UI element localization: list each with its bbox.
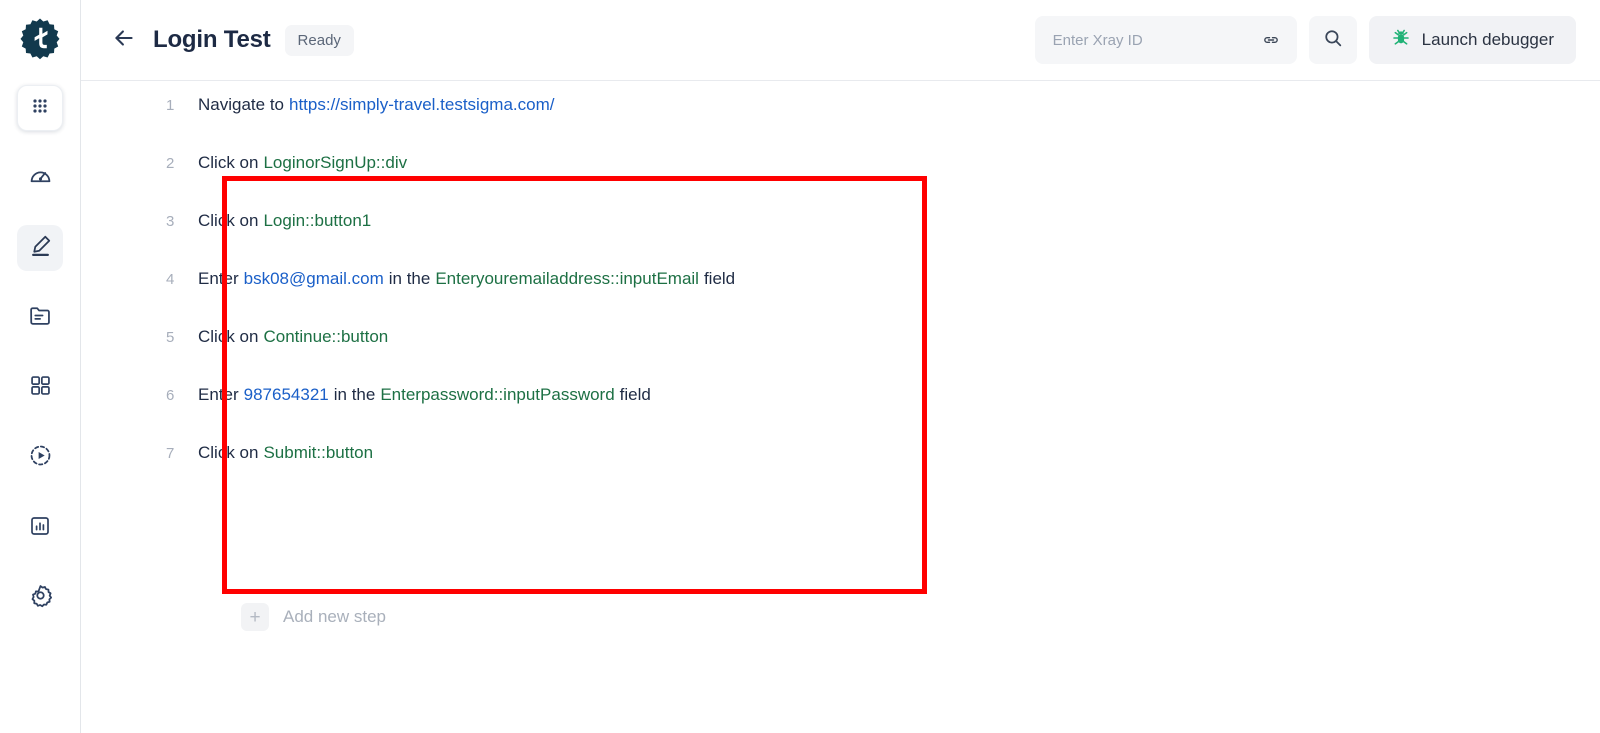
test-step-row[interactable]: 4 Enter bsk08@gmail.com in the Enteryouremai… [141,269,847,327]
test-step-row[interactable]: 7 Click on Submit::button [141,443,847,501]
step-token-kw: Click on [198,153,259,172]
play-dashed-circle-icon [28,443,53,473]
step-token-el[interactable]: Enterpassword::inputPassword [380,385,614,404]
step-number: 3 [166,213,175,230]
four-squares-icon [29,374,52,402]
step-text: Click on Continue::button [198,327,393,347]
step-number: 4 [166,271,175,288]
step-token-kw: Click on [198,211,259,230]
xray-id-input[interactable] [1050,30,1261,50]
sidebar-item-test-suites[interactable] [17,365,63,411]
top-header: Login Test Ready Enter Xray ID Launch de… [81,0,1600,81]
sidebar-items [17,85,63,621]
add-new-step-label: Add new step [283,607,387,626]
step-token-val[interactable]: 987654321 [244,385,329,404]
sidebar-item-reports[interactable] [17,505,63,551]
app-root: Login Test Ready Enter Xray ID Launch de… [0,0,1600,733]
step-number: 1 [166,97,175,114]
pencil-icon [28,233,53,263]
step-token-kw: in the [333,385,376,404]
step-token-el[interactable]: Enteryouremailaddress::inputEmail [435,269,699,288]
step-token-el[interactable]: Continue::button [263,327,388,346]
step-token-kw: Navigate to [198,95,284,114]
launch-debugger-label: Launch debugger [1421,30,1554,49]
test-steps-list: 1 Navigate to https://simply-travel.testsi… [141,95,847,501]
left-sidebar [0,0,81,733]
test-step-row[interactable]: 2 Click on LoginorSignUp::div [141,153,847,211]
back-button[interactable] [107,23,141,57]
bar-chart-box-icon [28,514,52,543]
step-token-kw: Enter [198,385,239,404]
step-text: Navigate to https://simply-travel.testsig… [198,95,559,115]
test-step-row[interactable]: 3 Click on Login::button1 [141,211,847,269]
sidebar-item-test-data[interactable] [17,295,63,341]
step-number: 6 [166,387,175,404]
launch-debugger-button[interactable]: Launch debugger [1368,16,1576,64]
grid-dots-icon [29,95,51,122]
content-area: Login Test Ready Enter Xray ID Launch de… [81,0,1600,733]
search-button[interactable] [1308,16,1357,64]
step-token-val[interactable]: bsk08@gmail.com [244,269,384,288]
folder-lines-icon [28,303,53,333]
add-new-step-row[interactable]: + Add new step [241,603,386,631]
sidebar-item-dashboard[interactable] [17,155,63,201]
bug-icon [1391,28,1411,53]
sidebar-item-settings[interactable] [17,575,63,621]
test-step-row[interactable]: 1 Navigate to https://simply-travel.testsi… [141,95,847,153]
step-text: Click on LoginorSignUp::div [198,153,412,173]
step-text: Click on Submit::button [198,443,378,463]
step-text: Enter bsk08@gmail.com in the Enteryouremail… [198,269,740,289]
testsigma-gear-logo[interactable] [18,17,62,61]
step-token-kw: field [619,385,651,404]
step-token-kw: Click on [198,443,259,462]
test-steps-panel: 1 Navigate to https://simply-travel.testsi… [81,81,1600,733]
step-token-el[interactable]: LoginorSignUp::div [263,153,407,172]
sidebar-item-apps[interactable] [17,85,63,131]
test-step-row[interactable]: 5 Click on Continue::button [141,327,847,385]
step-token-el[interactable]: Submit::button [263,443,373,462]
xray-id-field[interactable] [1034,16,1297,64]
plus-icon[interactable]: + [241,603,269,631]
step-token-kw: Enter [198,269,239,288]
search-icon [1322,27,1344,54]
sidebar-item-create-tests[interactable] [17,225,63,271]
gear-icon [28,583,53,613]
header-actions: Launch debugger [1034,16,1576,64]
step-text: Enter 987654321 in the Enterpassword::input… [198,385,656,405]
link-icon[interactable] [1261,30,1281,50]
step-number: 2 [166,155,175,172]
step-text: Click on Login::button1 [198,211,376,231]
speedometer-icon [28,163,53,193]
step-number: 7 [166,445,175,462]
step-token-val[interactable]: https://simply-travel.testsigma.com/ [289,95,554,114]
page-title: Login Test [153,26,271,53]
step-token-kw: field [703,269,736,288]
status-badge: Ready [284,24,354,56]
test-step-row[interactable]: 6 Enter 987654321 in the Enterpassword::inpu… [141,385,847,443]
sidebar-item-run-plans[interactable] [17,435,63,481]
step-token-kw: in the [388,269,431,288]
step-number: 5 [166,329,175,346]
arrow-left-icon [111,25,137,56]
step-token-el[interactable]: Login::button1 [263,211,371,230]
step-token-kw: Click on [198,327,259,346]
